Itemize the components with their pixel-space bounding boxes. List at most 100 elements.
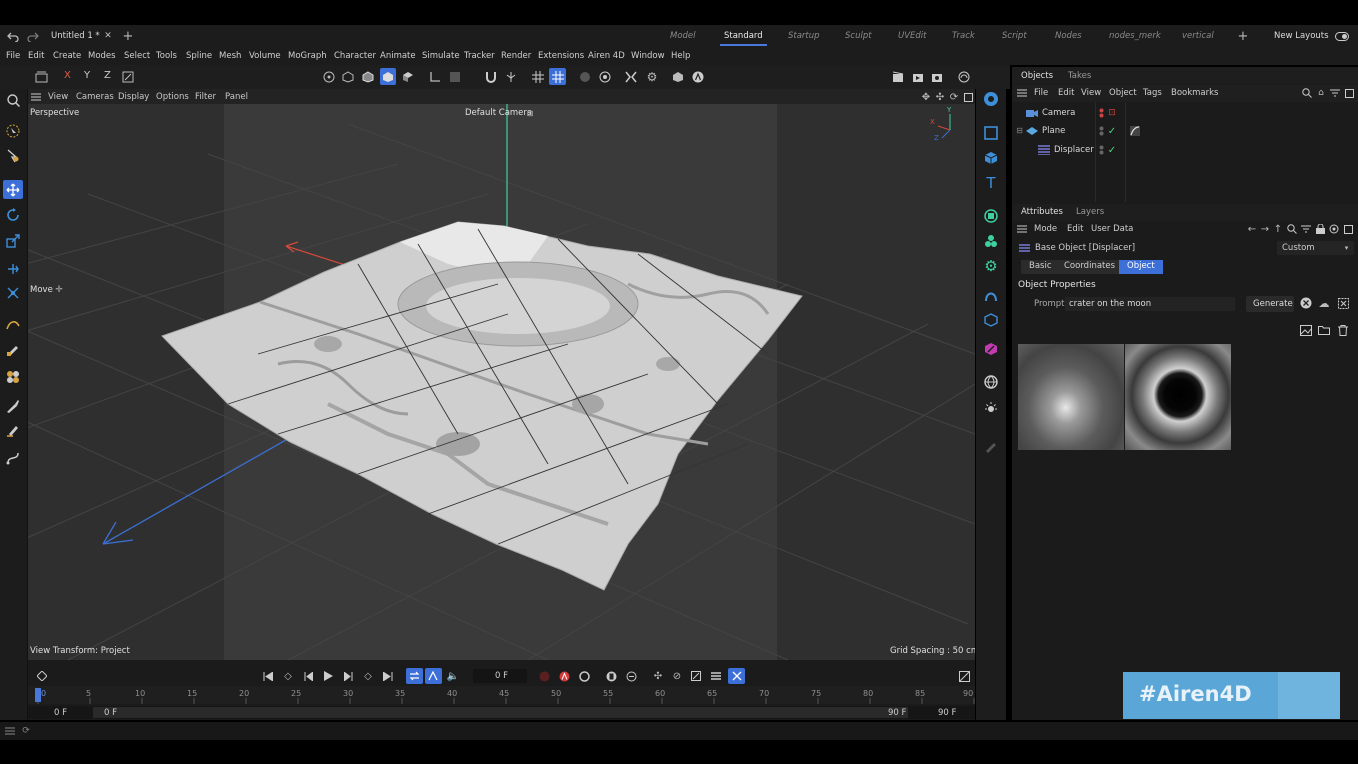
layout-tab-standard[interactable]: Standard [720, 31, 767, 46]
expand-collapse-icon[interactable] [1336, 296, 1350, 310]
selection-tool-icon[interactable] [5, 148, 21, 164]
keyframe-diamond-icon[interactable] [36, 670, 48, 682]
points-mode-icon[interactable] [341, 70, 355, 84]
model-mode-icon[interactable] [322, 70, 336, 84]
spline-generator-icon[interactable] [982, 340, 1000, 358]
generated-texture-thumbnail-1[interactable] [1018, 344, 1124, 450]
attributes-menu-hamburger-icon[interactable] [1016, 224, 1028, 234]
magnet-icon[interactable] [484, 70, 498, 84]
scale-tool-icon[interactable] [5, 233, 21, 249]
objects-menu-view[interactable]: View [1081, 88, 1101, 98]
current-frame-field[interactable]: 0 F [473, 669, 527, 683]
layout-tab-startup[interactable]: Startup [788, 31, 820, 41]
image-preview-icon[interactable] [1299, 323, 1313, 337]
viewport-move-icon[interactable]: ✣ [934, 91, 946, 103]
menu-create[interactable]: Create [53, 51, 81, 61]
menu-volume[interactable]: Volume [249, 51, 281, 61]
viewport-menu-filter[interactable]: Filter [195, 92, 216, 102]
field-object-icon[interactable] [982, 311, 1000, 329]
clear-prompt-icon[interactable] [1299, 296, 1313, 310]
viewport-maximize-icon[interactable] [962, 91, 974, 103]
attributes-menu-user-data[interactable]: User Data [1091, 224, 1133, 234]
live-selection-icon[interactable] [5, 123, 21, 139]
pen-edit-icon[interactable] [982, 437, 1000, 455]
menu-window[interactable]: Window [631, 51, 665, 61]
up-arrow-icon[interactable]: ↑ [1272, 223, 1284, 235]
expand-toggle-icon[interactable]: ⊟ [1015, 126, 1024, 135]
visibility-toggle-icon[interactable] [1098, 107, 1104, 119]
move-tool-icon[interactable] [3, 180, 23, 199]
viewport-pan-icon[interactable]: ✥ [920, 91, 932, 103]
add-layout-icon[interactable]: + [1237, 29, 1249, 44]
object-row-plane[interactable]: ⊟ Plane ✓ [1012, 123, 1358, 139]
workplane-icon[interactable] [549, 68, 566, 85]
status-refresh-icon[interactable]: ⟳ [20, 725, 32, 737]
tab-attributes[interactable]: Attributes [1021, 207, 1063, 217]
key-param-icon[interactable] [690, 670, 702, 682]
previous-keyframe-icon[interactable]: ◇ [282, 670, 294, 682]
frame-range-bar[interactable]: 0 F 0 F 90 F 90 F [28, 706, 975, 719]
viewport-menu-panel[interactable]: Panel [225, 92, 248, 102]
enable-toggle-icon[interactable]: ⊡ [1107, 107, 1117, 119]
layout-tab-script[interactable]: Script [1002, 31, 1027, 41]
axis-mode-icon[interactable] [428, 70, 442, 84]
deformer-bend-icon[interactable] [982, 287, 1000, 305]
menu-tracker[interactable]: Tracker [464, 51, 495, 61]
snap-tool-icon[interactable] [5, 285, 21, 301]
viewport-menu-options[interactable]: Options [156, 92, 189, 102]
texture-mode-icon[interactable] [448, 70, 462, 84]
layouts-toggle-icon[interactable] [1335, 31, 1349, 41]
add-tab-icon[interactable]: + [122, 29, 134, 44]
viewport-menu-display[interactable]: Display [118, 92, 149, 102]
viewport-camera-label[interactable]: Default Camera [465, 108, 532, 118]
objects-menu-file[interactable]: File [1034, 88, 1048, 98]
sketch-pen-icon[interactable] [5, 341, 21, 357]
phong-tag-icon[interactable] [1129, 125, 1141, 137]
mograph-icon[interactable] [624, 70, 638, 84]
menu-animate[interactable]: Animate [380, 51, 416, 61]
document-tab-title[interactable]: Untitled 1 * [51, 31, 100, 41]
settings-gear-icon[interactable]: ⚙ [645, 70, 659, 84]
layout-tab-nodes[interactable]: Nodes [1055, 31, 1082, 41]
record-off-icon[interactable] [538, 670, 550, 682]
undo-icon[interactable] [6, 31, 20, 43]
menu-mesh[interactable]: Mesh [219, 51, 241, 61]
enabled-check-icon[interactable]: ✓ [1107, 125, 1117, 137]
attr-tab-basic[interactable]: Basic [1021, 260, 1060, 274]
render-region-icon[interactable] [598, 70, 612, 84]
object-row-displacer[interactable]: Displacer ✓ [1012, 142, 1358, 158]
back-arrow-icon[interactable]: ← [1246, 223, 1258, 235]
status-menu-icon[interactable] [4, 726, 16, 736]
mograph-cloner-icon[interactable] [5, 369, 21, 385]
layout-tab-track[interactable]: Track [952, 31, 975, 41]
redo-icon[interactable] [26, 31, 40, 43]
layout-tab-nodes-merk[interactable]: nodes_merk [1109, 31, 1161, 41]
new-layouts-button[interactable]: New Layouts [1274, 31, 1329, 41]
objects-home-icon[interactable]: ⌂ [1315, 87, 1327, 99]
key-rotation-icon[interactable] [625, 670, 637, 682]
scene-environment-icon[interactable] [982, 373, 1000, 391]
menu-character[interactable]: Character [334, 51, 376, 61]
viewport-projection-label[interactable]: Perspective [30, 108, 79, 118]
attr-tab-coordinates[interactable]: Coordinates [1056, 260, 1124, 274]
brush-icon[interactable] [5, 398, 21, 414]
layout-tab-sculpt[interactable]: Sculpt [845, 31, 872, 41]
trash-icon[interactable] [1336, 323, 1350, 337]
generated-texture-thumbnail-2[interactable] [1125, 344, 1231, 450]
prompt-input[interactable]: crater on the moon [1065, 297, 1235, 311]
3d-viewport[interactable]: Perspective Default Camera ⊡ X Y Z Move … [28, 104, 975, 660]
undo-history-icon[interactable] [34, 70, 48, 84]
layout-tab-vertical[interactable]: vertical [1182, 31, 1214, 41]
autokey-icon[interactable] [558, 670, 570, 682]
snap-grid-icon[interactable] [531, 70, 545, 84]
spline-pen-icon[interactable] [5, 317, 21, 333]
key-position-icon[interactable] [605, 670, 617, 682]
timeline-end-field[interactable]: 90 F [938, 708, 956, 718]
axis-lock-y[interactable]: Y [84, 70, 90, 81]
paint-icon[interactable] [5, 422, 21, 438]
key-scale-icon[interactable]: ⊘ [671, 670, 683, 682]
next-frame-icon[interactable] [342, 670, 354, 682]
attributes-menu-mode[interactable]: Mode [1034, 224, 1057, 234]
menu-select[interactable]: Select [124, 51, 150, 61]
layout-tab-model[interactable]: Model [670, 31, 696, 41]
